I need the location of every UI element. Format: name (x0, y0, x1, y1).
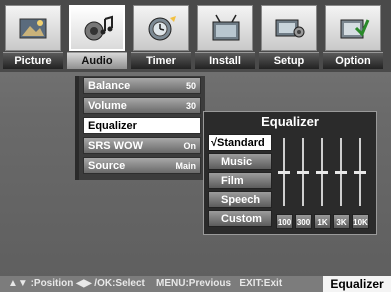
slider-knob-100[interactable] (278, 171, 290, 174)
top-menu-bar: Picture Audio Timer Install Setup Option (0, 0, 391, 72)
preset-label: Film (221, 175, 244, 187)
tab-audio[interactable]: Audio (67, 3, 127, 69)
menu-item-source[interactable]: Source Main (83, 157, 201, 174)
audio-icon (84, 15, 113, 41)
menu-item-label: Balance (88, 80, 131, 92)
menu-item-value: On (183, 141, 197, 151)
setup-icon (275, 19, 305, 38)
timer-icon (148, 16, 176, 41)
band-10k: 10K (352, 214, 369, 229)
equalizer-panel: Equalizer √Standard Music Film Speech Cu… (203, 111, 377, 235)
help-text: ▲▼ :Position ◀▶ /OK:Select MENU:Previous… (8, 278, 282, 289)
preset-standard[interactable]: √Standard (208, 134, 272, 151)
tab-setup[interactable]: Setup (259, 3, 319, 69)
menu-item-equalizer[interactable]: Equalizer (83, 117, 201, 134)
tab-label: Picture (3, 52, 63, 69)
preset-label: Custom (221, 213, 262, 225)
option-icon (340, 19, 370, 39)
picture-icon (19, 18, 47, 39)
tab-option[interactable]: Option (323, 3, 383, 69)
menu-item-label: Equalizer (88, 120, 137, 132)
tab-picture[interactable]: Picture (3, 3, 63, 69)
preset-music[interactable]: Music (208, 153, 272, 170)
tab-label: Audio (67, 52, 127, 69)
equalizer-title: Equalizer (261, 114, 319, 129)
audio-submenu: Balance 50 Volume 30 Equalizer SRS WOW O… (75, 76, 205, 180)
tab-label: Option (323, 52, 383, 69)
menu-item-value: Main (175, 161, 196, 171)
tab-label: Setup (259, 52, 319, 69)
tv-menu-screen: Picture Audio Timer Install Setup Option… (0, 0, 391, 292)
tab-install[interactable]: Install (195, 3, 255, 69)
menu-item-volume[interactable]: Volume 30 (83, 97, 201, 114)
help-position: ▲▼ :Position (8, 278, 74, 289)
help-previous: MENU:Previous (156, 278, 232, 289)
menu-item-label: Volume (88, 100, 127, 112)
menu-item-value: 50 (185, 81, 196, 91)
menu-item-label: Source (88, 160, 126, 172)
band-3k: 3K (333, 214, 350, 229)
help-exit: EXIT:Exit (239, 278, 283, 289)
slider-knob-10k[interactable] (354, 171, 366, 174)
band-100: 100 (276, 214, 293, 229)
equalizer-sliders (276, 134, 374, 212)
preset-label: Music (221, 156, 253, 168)
tab-label: Timer (131, 52, 191, 69)
slider-knob-300[interactable] (297, 171, 309, 174)
menu-item-srs-wow[interactable]: SRS WOW On (83, 137, 201, 154)
preset-label: Speech (221, 194, 261, 206)
preset-speech[interactable]: Speech (208, 191, 272, 208)
install-icon (212, 14, 240, 41)
menu-item-value: 30 (185, 101, 196, 111)
help-bar: ▲▼ :Position ◀▶ /OK:Select MENU:Previous… (0, 276, 391, 292)
help-select: ◀▶ /OK:Select (76, 278, 145, 289)
preset-label: Standard (217, 137, 265, 149)
preset-film[interactable]: Film (208, 172, 272, 189)
slider-knob-1k[interactable] (316, 171, 328, 174)
band-1k: 1K (314, 214, 331, 229)
tab-label: Install (195, 52, 255, 69)
slider-knob-3k[interactable] (335, 171, 347, 174)
band-300: 300 (295, 214, 312, 229)
page-label: Equalizer (323, 276, 391, 292)
tab-timer[interactable]: Timer (131, 3, 191, 69)
menu-item-balance[interactable]: Balance 50 (83, 77, 201, 94)
menu-item-label: SRS WOW (88, 140, 143, 152)
preset-custom[interactable]: Custom (208, 210, 272, 227)
